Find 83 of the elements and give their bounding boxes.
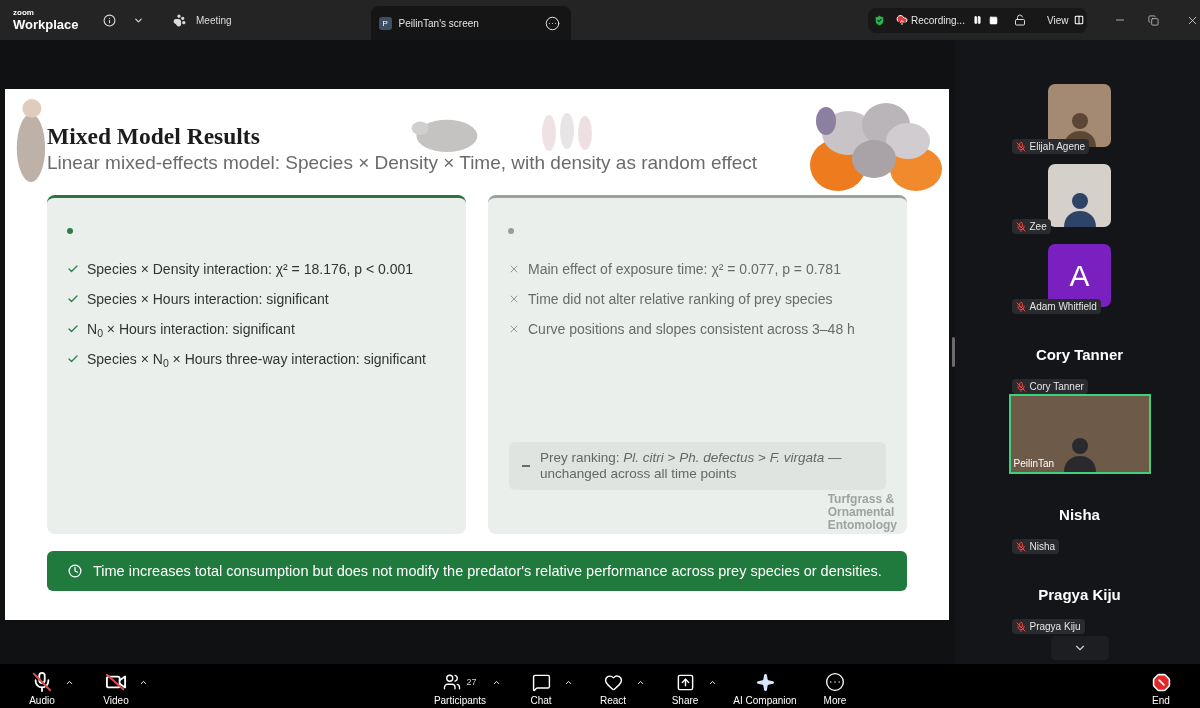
info-icon[interactable] <box>103 13 116 27</box>
participant-count: 27 <box>466 676 477 688</box>
caret-icon[interactable] <box>65 678 74 687</box>
end-call-icon <box>1151 672 1171 692</box>
cross-icon <box>508 263 520 275</box>
brand-logo: Workplace <box>13 17 79 32</box>
shield-check-icon[interactable] <box>873 13 886 27</box>
shared-screen-tab[interactable]: P PeilinTan's screen <box>370 6 571 40</box>
note-text: Prey ranking: Pl. citri > Ph. defectus > F. virgata — unchanged across all time points <box>540 450 843 482</box>
muted-microphone-icon <box>1015 221 1026 232</box>
dash-icon <box>522 465 530 467</box>
check-icon <box>67 293 79 305</box>
stop-icon[interactable] <box>988 15 998 25</box>
participant-name: Zee <box>1029 220 1047 233</box>
participant-name: Nisha <box>1029 540 1056 553</box>
caret-icon[interactable] <box>492 678 501 687</box>
meeting-label[interactable]: Meeting <box>196 12 232 28</box>
muted-microphone-icon <box>1015 621 1026 632</box>
resize-handle[interactable] <box>952 337 955 367</box>
paw-icon[interactable] <box>173 13 186 27</box>
caret-icon[interactable] <box>139 678 148 687</box>
tab-title: PeilinTan's screen <box>398 16 479 31</box>
caret-icon[interactable] <box>708 678 717 687</box>
check-icon <box>67 353 79 365</box>
participant-name: PeilinTan <box>1013 458 1055 470</box>
check-icon <box>67 263 79 275</box>
more-icon[interactable] <box>544 15 560 31</box>
list-item-text: N$_{0}$ × Hours interaction: significant <box>87 320 295 338</box>
participant-display-name: Nisha <box>1059 505 1100 525</box>
list-item-text: Time did not alter relative ranking of prey species <box>528 290 833 308</box>
view-button[interactable]: View <box>1046 12 1085 28</box>
cloud-upload-icon <box>896 14 908 26</box>
restore-icon <box>1147 14 1159 26</box>
ai-companion-button[interactable]: AI Companion <box>727 672 803 707</box>
muted-microphone-icon <box>1015 381 1026 392</box>
muted-microphone-icon <box>1015 141 1026 152</box>
avatar-initial: A <box>1069 258 1090 293</box>
caret-icon[interactable] <box>564 678 573 687</box>
react-button[interactable]: React <box>593 672 633 707</box>
video-button[interactable]: Video <box>96 672 136 707</box>
audio-button[interactable]: Audio <box>22 672 62 707</box>
share-screen-icon <box>675 672 695 692</box>
more-button[interactable]: More <box>815 672 855 707</box>
chat-button[interactable]: Chat <box>521 672 561 707</box>
logo-text: Entomology <box>827 519 897 532</box>
participant-name: Adam Whitfield <box>1029 300 1097 313</box>
recording-status: Recording... <box>911 13 965 28</box>
muted-microphone-icon <box>1015 541 1026 552</box>
list-item-text: Main effect of exposure time: χ² = 0.077, p = 0.781 <box>528 260 841 278</box>
participant-display-name: Pragya Kiju <box>1038 585 1121 605</box>
chat-bubble-icon <box>531 672 551 692</box>
participant-name: Elijah Agene <box>1029 140 1086 153</box>
participant-name: Pragya Kiju <box>1029 620 1081 633</box>
caret-icon[interactable] <box>636 678 645 687</box>
end-button[interactable]: End <box>1141 672 1181 707</box>
brand-logo-small: zoom <box>13 8 34 17</box>
sparkle-icon <box>755 672 775 692</box>
people-icon <box>443 673 462 691</box>
clock-icon <box>68 564 82 578</box>
slide-title: Mixed Model Results <box>47 123 260 150</box>
banner-text: Time increases total consumption but does not modify the predator's relative performance across prey species or densities. <box>93 562 882 580</box>
check-icon <box>67 323 79 335</box>
participant-name: Cory Tanner <box>1029 380 1084 393</box>
share-button[interactable]: Share <box>665 672 705 707</box>
slide-subtitle: Linear mixed-effects model: Species × Density × Time, with density as random effect <box>47 151 758 174</box>
cross-icon <box>508 293 520 305</box>
logo-text: Turfgrass & <box>827 493 895 506</box>
list-item-text: Species × Hours interaction: significant <box>87 290 329 308</box>
list-item-text: Curve positions and slopes consistent across 3–48 h <box>528 320 855 338</box>
presenter-avatar: P <box>378 16 392 30</box>
logo-text: Ornamental <box>827 506 895 519</box>
participants-button[interactable]: 27 Participants <box>431 672 489 707</box>
layout-icon <box>1074 15 1085 25</box>
cross-icon <box>508 323 520 335</box>
pause-icon[interactable] <box>972 15 982 25</box>
restore-button[interactable] <box>1145 12 1161 28</box>
more-icon <box>825 672 845 692</box>
muted-microphone-icon <box>1015 301 1026 312</box>
padlock-icon[interactable] <box>1013 14 1026 26</box>
list-item-text: Species × N$_{0}$ × Hours three-way interaction: significant <box>87 350 426 368</box>
participant-display-name: Cory Tanner <box>1035 345 1124 365</box>
heart-icon <box>603 672 623 692</box>
list-item-text: Species × Density interaction: χ² = 18.176, p < 0.001 <box>87 260 414 278</box>
